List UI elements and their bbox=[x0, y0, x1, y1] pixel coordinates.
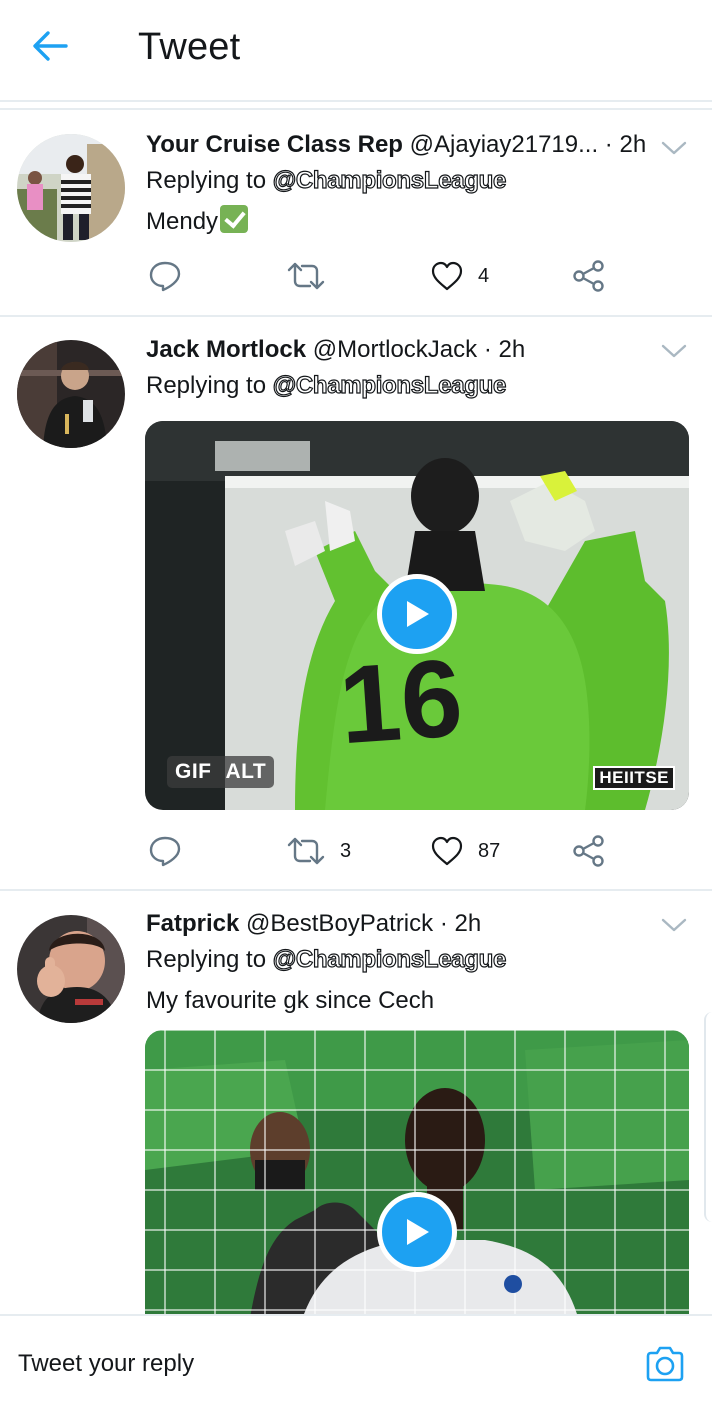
page-title: Tweet bbox=[138, 26, 241, 68]
replying-label: Replying to bbox=[146, 167, 267, 194]
reply-button[interactable] bbox=[148, 831, 182, 871]
avatar[interactable] bbox=[17, 915, 125, 1023]
watermark: HEIITSE bbox=[593, 766, 675, 790]
reply-button[interactable] bbox=[148, 256, 182, 296]
mention-link[interactable]: @ChampionsLeague bbox=[272, 166, 507, 194]
share-icon bbox=[573, 835, 604, 867]
chevron-down-icon[interactable] bbox=[660, 138, 688, 158]
like-button[interactable]: 87 bbox=[430, 831, 500, 871]
check-mark-emoji-icon bbox=[220, 205, 249, 233]
reply-composer: Tweet your reply bbox=[0, 1314, 712, 1404]
top-bar: Tweet bbox=[0, 0, 712, 100]
reply-icon bbox=[149, 261, 181, 292]
timestamp[interactable]: 2h bbox=[619, 131, 646, 158]
retweet-icon bbox=[287, 262, 325, 290]
replying-to: Replying to @ChampionsLeague bbox=[146, 945, 507, 975]
svg-text:16: 16 bbox=[336, 636, 467, 767]
tweet-actions: 3 87 bbox=[146, 831, 626, 871]
gif-label: GIF bbox=[175, 760, 212, 783]
tweet-card[interactable]: Jack Mortlock @MortlockJack · 2h Replyin… bbox=[0, 317, 712, 889]
tweet-text: My favourite gk since Cech bbox=[146, 987, 435, 1014]
share-button[interactable] bbox=[572, 831, 606, 871]
tweet-card[interactable]: Fatprick @BestBoyPatrick · 2h Replying t… bbox=[0, 891, 712, 1314]
retweet-count: 3 bbox=[340, 839, 352, 862]
retweet-icon bbox=[287, 837, 325, 865]
back-button[interactable] bbox=[28, 26, 72, 66]
play-icon bbox=[407, 601, 429, 627]
camera-icon[interactable] bbox=[644, 1344, 686, 1384]
display-name[interactable]: Your Cruise Class Rep bbox=[146, 131, 403, 158]
user-handle[interactable]: @Ajayiay21719... bbox=[410, 131, 598, 158]
share-button[interactable] bbox=[572, 256, 606, 296]
alt-label[interactable]: ALT bbox=[226, 760, 267, 784]
display-name[interactable]: Jack Mortlock bbox=[146, 336, 306, 363]
replying-to: Replying to @ChampionsLeague bbox=[146, 166, 507, 196]
chevron-down-icon[interactable] bbox=[660, 341, 688, 361]
gif-alt-badge[interactable]: GIF ALT bbox=[167, 756, 275, 788]
separator-dot: · bbox=[439, 910, 448, 937]
reply-icon bbox=[149, 836, 181, 867]
play-button[interactable] bbox=[377, 574, 457, 654]
avatar[interactable] bbox=[17, 340, 125, 448]
like-count: 4 bbox=[478, 264, 490, 287]
like-count: 87 bbox=[478, 839, 501, 862]
replying-to: Replying to @ChampionsLeague bbox=[146, 371, 507, 401]
replying-label: Replying to bbox=[146, 372, 267, 399]
mention-link[interactable]: @ChampionsLeague bbox=[272, 371, 507, 399]
separator-dot: · bbox=[483, 336, 492, 363]
share-icon bbox=[573, 260, 604, 292]
tweet-header: Jack Mortlock @MortlockJack · 2h bbox=[146, 335, 525, 365]
tweet-actions: 4 bbox=[146, 256, 626, 296]
user-handle[interactable]: @BestBoyPatrick bbox=[246, 910, 433, 937]
mention-link[interactable]: @ChampionsLeague bbox=[272, 945, 507, 973]
reply-input[interactable]: Tweet your reply bbox=[18, 1350, 194, 1378]
heart-icon bbox=[431, 261, 463, 291]
separator-dot: · bbox=[604, 131, 613, 158]
tweet-card[interactable]: Your Cruise Class Rep @Ajayiay21719... ·… bbox=[0, 110, 712, 316]
tweet-text: Mendy bbox=[146, 205, 249, 237]
replying-label: Replying to bbox=[146, 946, 267, 973]
tweet-header: Fatprick @BestBoyPatrick · 2h bbox=[146, 909, 481, 939]
play-icon bbox=[407, 1219, 429, 1245]
tweet-text-content: Mendy bbox=[146, 208, 219, 235]
display-name[interactable]: Fatprick bbox=[146, 910, 239, 937]
gif-media[interactable]: 16 GIF ALT HEIITSE bbox=[145, 421, 689, 810]
video-media[interactable] bbox=[145, 1030, 689, 1314]
chevron-down-icon[interactable] bbox=[660, 915, 688, 935]
timestamp[interactable]: 2h bbox=[454, 910, 481, 937]
tweet-header: Your Cruise Class Rep @Ajayiay21719... ·… bbox=[146, 130, 646, 160]
avatar[interactable] bbox=[17, 134, 125, 242]
like-button[interactable]: 4 bbox=[430, 256, 489, 296]
divider bbox=[0, 100, 712, 102]
scroll-handle[interactable] bbox=[704, 1012, 712, 1222]
back-arrow-icon bbox=[33, 31, 68, 61]
user-handle[interactable]: @MortlockJack bbox=[313, 336, 477, 363]
heart-icon bbox=[431, 836, 463, 866]
timestamp[interactable]: 2h bbox=[498, 336, 525, 363]
retweet-button[interactable] bbox=[286, 256, 340, 296]
retweet-button[interactable]: 3 bbox=[286, 831, 351, 871]
play-button[interactable] bbox=[377, 1192, 457, 1272]
